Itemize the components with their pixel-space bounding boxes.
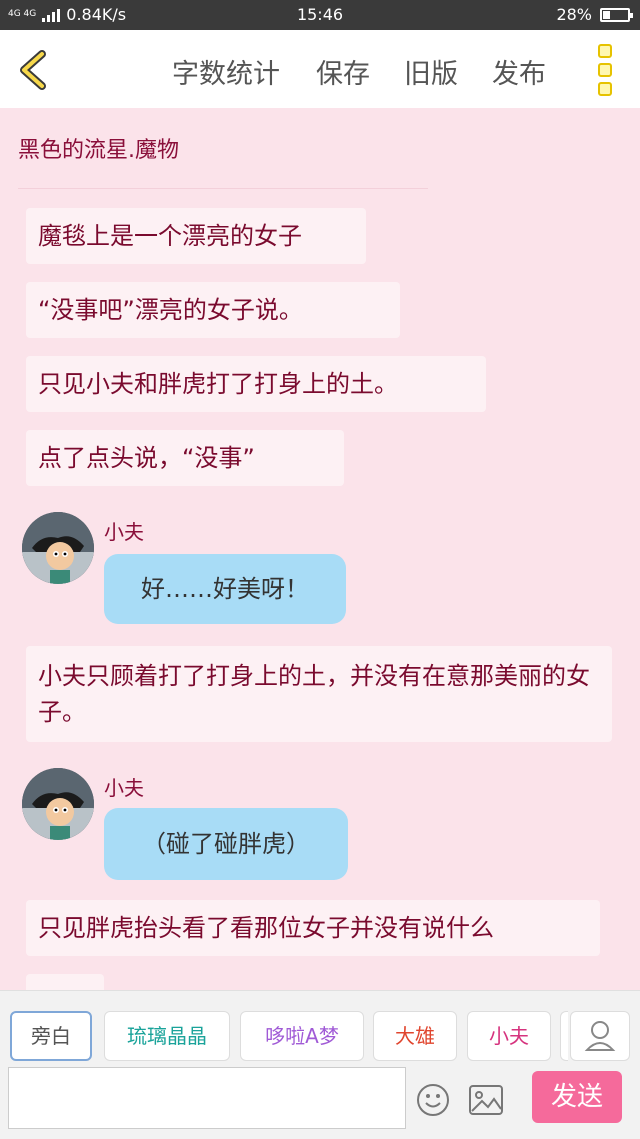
status-right: 28%	[556, 5, 633, 24]
narration-bubble[interactable]: 魔毯上是一个漂亮的女子	[26, 208, 366, 264]
character-chip-narrator[interactable]: 旁白	[10, 1011, 92, 1061]
speaker-name: 小夫	[104, 776, 144, 800]
user-icon[interactable]	[570, 1011, 630, 1061]
message-input[interactable]	[8, 1067, 406, 1129]
title-divider	[18, 188, 428, 189]
character-chip-nobita[interactable]: 大雄	[373, 1011, 457, 1061]
narration-bubble[interactable]: 只见胖虎抬头看了看那位女子并没有说什么	[26, 900, 600, 956]
story-content[interactable]: 黑色的流星.魔物 魔毯上是一个漂亮的女子 “没事吧”漂亮的女子说。 只见小夫和胖…	[0, 108, 640, 990]
character-chip-liuli[interactable]: 琉璃晶晶	[104, 1011, 230, 1061]
speaker-name: 小夫	[104, 520, 144, 544]
status-bar: 4G 4G 0.84K/s 15:46 28%	[0, 0, 640, 30]
send-button[interactable]: 发送	[532, 1071, 622, 1123]
narration-bubble[interactable]: 小夫只顾着打了打身上的土，并没有在意那美丽的女子。	[26, 646, 612, 742]
publish-button[interactable]: 发布	[492, 52, 546, 91]
composer-panel: 旁白 琉璃晶晶 哆啦A梦 大雄 小夫 发送	[0, 990, 640, 1139]
battery-icon	[600, 7, 633, 22]
word-count-button[interactable]: 字数统计	[172, 52, 280, 91]
narration-bubble[interactable]: 只见小夫和胖虎打了打身上的土。	[26, 356, 486, 412]
dialogue-bubble[interactable]: （碰了碰胖虎）	[104, 808, 348, 880]
avatar[interactable]	[22, 768, 94, 840]
top-toolbar: 字数统计 保存 旧版 发布	[0, 30, 640, 108]
battery-fill	[603, 10, 610, 19]
character-chip-doraemon[interactable]: 哆啦A梦	[240, 1011, 364, 1061]
narration-bubble-partial[interactable]	[26, 974, 104, 990]
narration-bubble[interactable]: “没事吧”漂亮的女子说。	[26, 282, 400, 338]
more-vertical-icon[interactable]	[590, 44, 620, 96]
story-title: 黑色的流星.魔物	[18, 138, 179, 163]
old-version-button[interactable]: 旧版	[404, 52, 458, 91]
battery-percent: 28%	[556, 5, 592, 24]
character-chip-overflow	[560, 1011, 568, 1061]
image-icon[interactable]	[468, 1083, 504, 1117]
character-chip-suneo[interactable]: 小夫	[467, 1011, 551, 1061]
clock: 15:46	[296, 5, 344, 24]
save-button[interactable]: 保存	[316, 52, 370, 91]
dialogue-bubble[interactable]: 好……好美呀！	[104, 554, 346, 624]
avatar[interactable]	[22, 512, 94, 584]
smiley-icon[interactable]	[416, 1083, 450, 1117]
chevron-left-icon[interactable]	[12, 48, 56, 92]
narration-bubble[interactable]: 点了点头说，“没事”	[26, 430, 344, 486]
